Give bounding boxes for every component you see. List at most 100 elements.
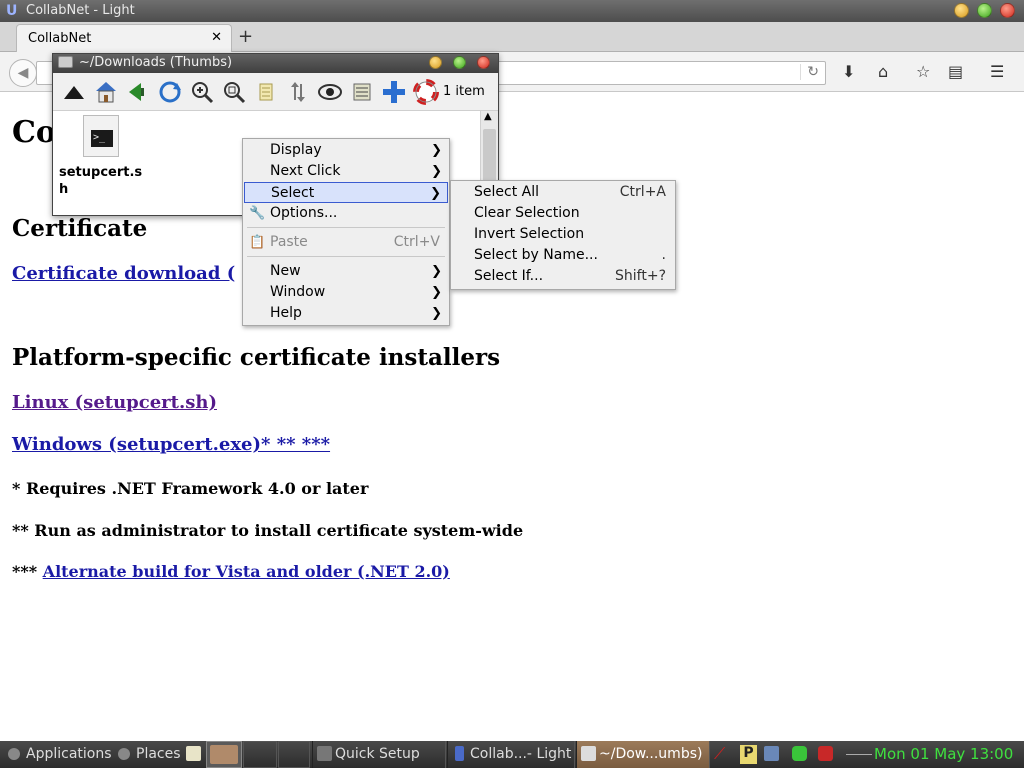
folder-icon bbox=[581, 746, 596, 761]
up-directory-icon[interactable] bbox=[61, 79, 87, 105]
menu-label: Select If... bbox=[474, 268, 544, 284]
submenu-item-select-if[interactable]: Select If... Shift+? bbox=[452, 266, 674, 287]
menu-label: Options... bbox=[270, 205, 338, 221]
new-plus-icon[interactable] bbox=[381, 79, 407, 105]
file-manager-titlebar[interactable]: ~/Downloads (Thumbs) bbox=[53, 54, 498, 73]
menu-label: Paste bbox=[270, 234, 308, 250]
submenu-item-select-all[interactable]: Select All Ctrl+A bbox=[452, 182, 674, 203]
menu-item-next-click[interactable]: Next Click ❯ bbox=[244, 161, 448, 182]
menu-item-select[interactable]: Select ❯ bbox=[244, 182, 448, 203]
wrench-icon: 🔧 bbox=[249, 206, 266, 221]
back-icon[interactable] bbox=[123, 79, 149, 105]
shell-script-file-icon[interactable]: >_ bbox=[83, 115, 119, 157]
window-title: CollabNet - Light bbox=[26, 3, 135, 18]
alternate-build-link[interactable]: Alternate build for Vista and older (.NE… bbox=[43, 562, 450, 581]
places-label: Places bbox=[136, 746, 181, 762]
launcher-editor[interactable] bbox=[184, 741, 204, 768]
note-alternate-prefix: *** bbox=[12, 562, 43, 581]
submenu-item-invert-selection[interactable]: Invert Selection bbox=[452, 224, 674, 245]
back-button[interactable]: ◀ bbox=[9, 59, 37, 87]
menu-item-display[interactable]: Display ❯ bbox=[244, 140, 448, 161]
zoom-fit-icon[interactable] bbox=[221, 79, 247, 105]
task-quick-setup[interactable]: Quick Setup bbox=[312, 741, 446, 768]
p-app-icon[interactable]: P bbox=[740, 745, 757, 764]
pen-icon[interactable]: ⟋ bbox=[714, 741, 725, 768]
item-count: 1 item bbox=[443, 84, 485, 99]
menu-icon[interactable]: ☰ bbox=[990, 62, 1004, 81]
shield-icon[interactable] bbox=[818, 746, 833, 761]
clock[interactable]: Mon 01 May 13:00 bbox=[874, 741, 1013, 767]
new-tab-button[interactable]: + bbox=[238, 26, 253, 47]
volume-meter[interactable] bbox=[846, 741, 872, 755]
reload-icon[interactable]: ↻ bbox=[800, 64, 819, 80]
zoom-in-icon[interactable] bbox=[189, 79, 215, 105]
reading-list-icon[interactable]: ▤ bbox=[948, 62, 963, 81]
network-icon[interactable] bbox=[764, 746, 779, 761]
menu-label: New bbox=[270, 263, 301, 279]
terminal-icon: >_ bbox=[91, 130, 113, 147]
show-hidden-icon[interactable] bbox=[317, 79, 343, 105]
close-tab-icon[interactable]: ✕ bbox=[211, 30, 222, 45]
certificate-download-link[interactable]: Certificate download ( bbox=[12, 263, 235, 284]
tab-bar: CollabNet ✕ + bbox=[0, 22, 1024, 52]
sort-icon[interactable] bbox=[285, 79, 311, 105]
bookmark-star-icon[interactable]: ☆ bbox=[916, 62, 930, 81]
submenu-item-clear-selection[interactable]: Clear Selection bbox=[452, 203, 674, 224]
scroll-up-icon[interactable]: ▲ bbox=[484, 111, 492, 122]
menu-label: Display bbox=[270, 142, 322, 158]
submenu-arrow-icon: ❯ bbox=[430, 186, 441, 201]
workspace-2[interactable] bbox=[243, 741, 277, 768]
fm-close-button[interactable] bbox=[477, 56, 490, 69]
certificate-heading: Certificate bbox=[12, 215, 148, 242]
menu-label: Select All bbox=[474, 184, 539, 200]
browser-titlebar: U CollabNet - Light bbox=[0, 0, 1024, 22]
fm-minimize-button[interactable] bbox=[429, 56, 442, 69]
refresh-icon[interactable] bbox=[157, 79, 183, 105]
file-name[interactable]: setupcert.sh bbox=[59, 164, 151, 198]
menu-item-new[interactable]: New ❯ bbox=[244, 261, 448, 282]
fm-maximize-button[interactable] bbox=[453, 56, 466, 69]
maximize-button[interactable] bbox=[977, 3, 992, 18]
menu-label: Select bbox=[271, 185, 315, 201]
note-dotnet: * Requires .NET Framework 4.0 or later bbox=[12, 479, 369, 498]
windows-installer-link[interactable]: Windows (setupcert.exe)* ** *** bbox=[12, 434, 330, 455]
menu-item-help[interactable]: Help ❯ bbox=[244, 303, 448, 324]
home-icon[interactable]: ⌂ bbox=[878, 62, 888, 81]
tab-label: CollabNet bbox=[28, 31, 92, 46]
submenu-arrow-icon: ❯ bbox=[431, 143, 442, 158]
close-window-button[interactable] bbox=[1000, 3, 1015, 18]
file-manager-title: ~/Downloads (Thumbs) bbox=[79, 55, 233, 70]
workspace-3[interactable] bbox=[278, 741, 310, 768]
details-view-icon[interactable] bbox=[253, 79, 279, 105]
menu-item-window[interactable]: Window ❯ bbox=[244, 282, 448, 303]
workspace-1[interactable] bbox=[206, 741, 242, 768]
list-view-icon[interactable] bbox=[349, 79, 375, 105]
submenu-arrow-icon: ❯ bbox=[431, 164, 442, 179]
menu-shortcut: . bbox=[661, 247, 666, 263]
applications-label: Applications bbox=[26, 746, 112, 762]
menu-label: Window bbox=[270, 284, 326, 300]
minimize-button[interactable] bbox=[954, 3, 969, 18]
menu-item-paste[interactable]: 📋 Paste Ctrl+V bbox=[244, 232, 448, 253]
home-folder-icon[interactable] bbox=[93, 79, 119, 105]
places-gear-icon bbox=[118, 748, 130, 760]
database-icon[interactable] bbox=[792, 746, 807, 761]
task-browser[interactable]: Collab...- Light bbox=[447, 741, 575, 768]
download-icon[interactable]: ⬇ bbox=[842, 62, 855, 81]
menu-item-options[interactable]: 🔧 Options... bbox=[244, 203, 448, 224]
back-arrow-icon: ◀ bbox=[17, 65, 29, 81]
menu-label: Help bbox=[270, 305, 302, 321]
menu-shortcut: Ctrl+A bbox=[619, 184, 666, 200]
note-admin: ** Run as administrator to install certi… bbox=[12, 521, 524, 540]
places-menu[interactable]: Places bbox=[114, 741, 181, 768]
gear-icon bbox=[8, 748, 20, 760]
folder-window-icon bbox=[58, 56, 73, 68]
linux-installer-link[interactable]: Linux (setupcert.sh) bbox=[12, 392, 217, 413]
task-file-manager[interactable]: ~/Dow...umbs) bbox=[576, 741, 710, 768]
submenu-item-select-by-name[interactable]: Select by Name.... bbox=[452, 245, 674, 266]
note-alternate: *** Alternate build for Vista and older … bbox=[12, 562, 450, 581]
applications-menu[interactable]: Applications bbox=[4, 741, 112, 768]
file-manager-toolbar: 1 item bbox=[53, 73, 498, 111]
tab-collabnet[interactable]: CollabNet ✕ bbox=[16, 24, 232, 52]
help-lifebuoy-icon[interactable] bbox=[413, 79, 439, 105]
